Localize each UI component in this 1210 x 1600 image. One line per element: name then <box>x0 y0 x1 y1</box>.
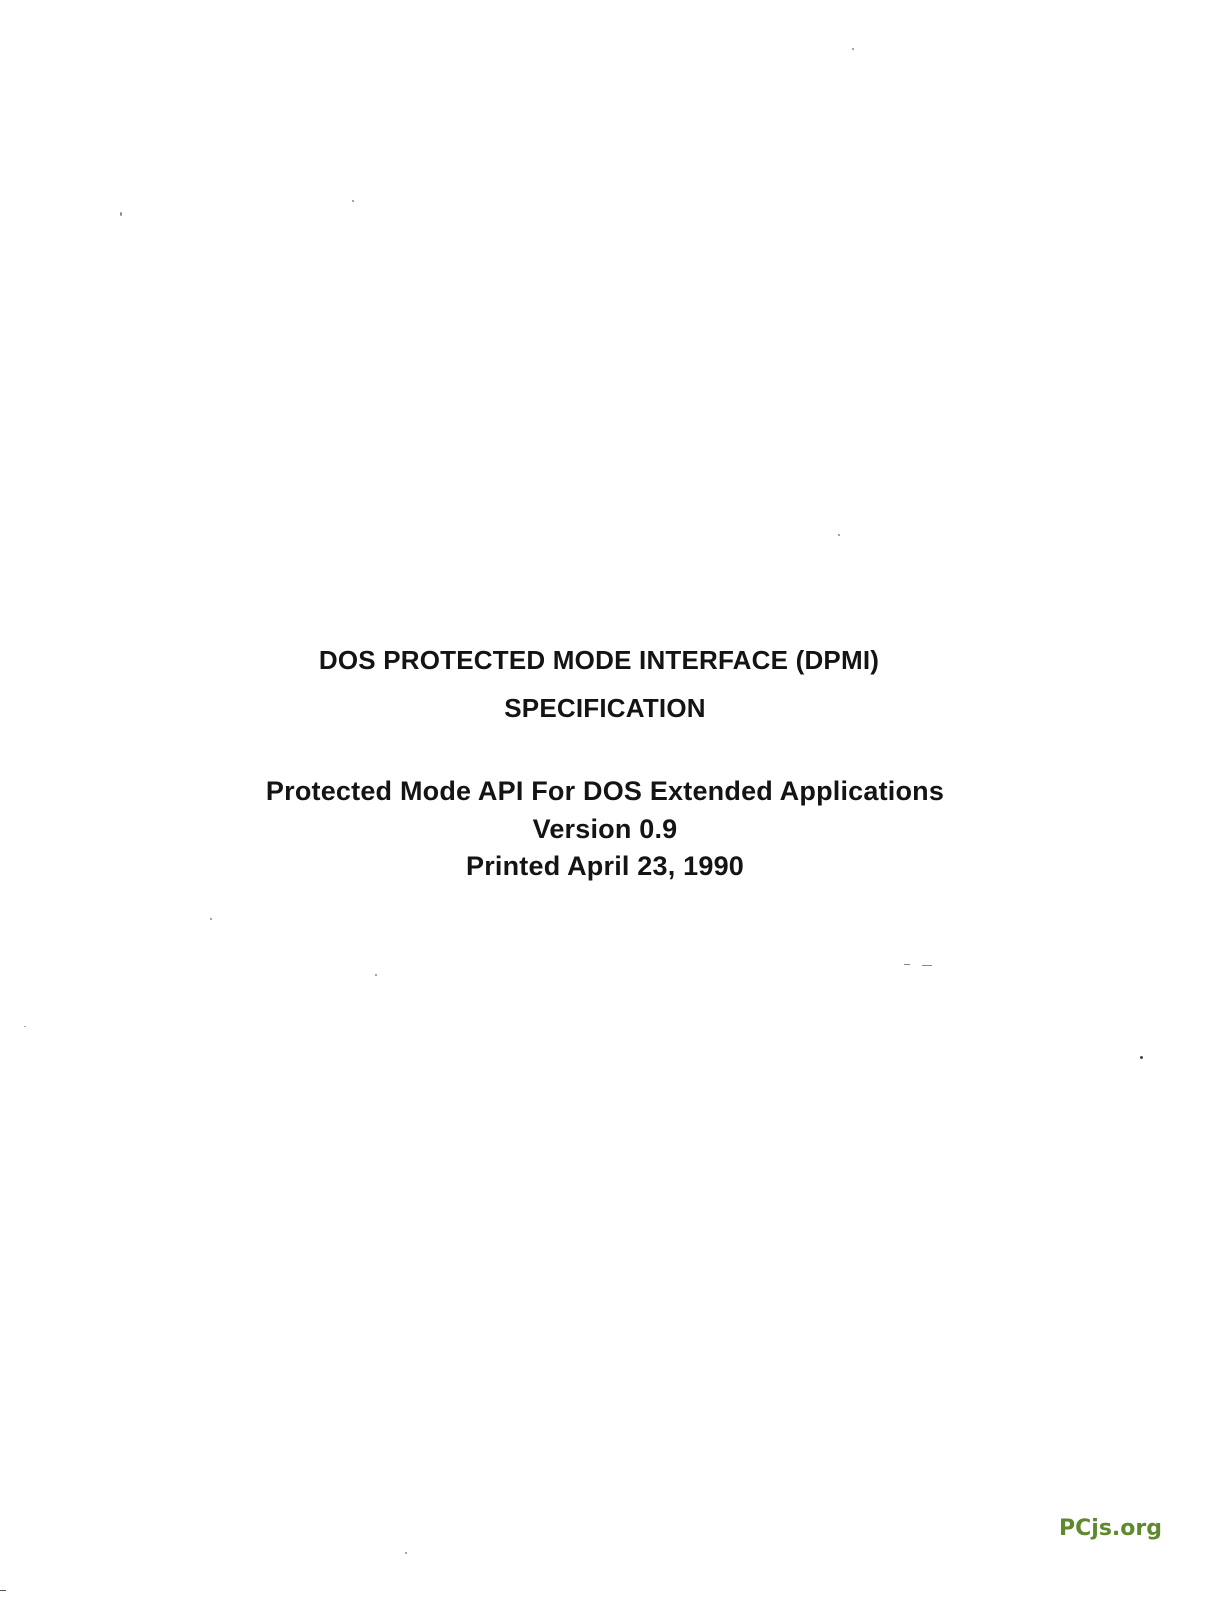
scan-speck <box>405 1552 407 1554</box>
document-page: DOS PROTECTED MODE INTERFACE (DPMI) SPEC… <box>0 0 1210 1600</box>
scan-speck <box>0 1590 6 1591</box>
scan-speck <box>922 965 932 966</box>
document-title-line-2: SPECIFICATION <box>504 693 706 723</box>
document-subtitle: Protected Mode API For DOS Extended Appl… <box>265 776 945 806</box>
scan-speck <box>375 974 377 976</box>
scan-speck <box>838 534 840 536</box>
pcjs-watermark: PCjs.org <box>1059 1516 1162 1541</box>
document-printed-date: Printed April 23, 1990 <box>465 851 744 881</box>
scan-speck <box>120 212 122 216</box>
scan-speck <box>852 48 854 50</box>
document-title-line-1: DOS PROTECTED MODE INTERFACE (DPMI) <box>318 645 880 675</box>
scan-speck <box>352 200 354 202</box>
scan-speck <box>904 964 910 965</box>
scan-speck <box>210 918 212 920</box>
scan-speck <box>24 1026 26 1027</box>
document-version: Version 0.9 <box>532 814 678 844</box>
scan-speck <box>1140 1056 1143 1059</box>
